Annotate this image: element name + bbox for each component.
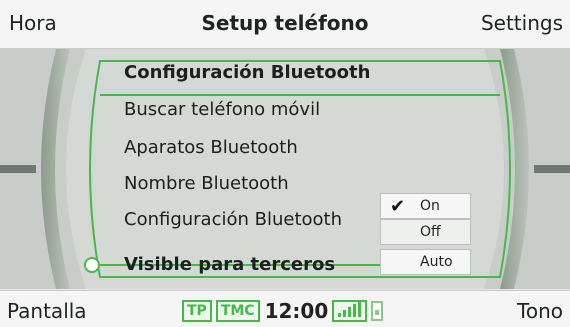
option-off[interactable]: Off bbox=[380, 219, 471, 245]
visibility-dropdown[interactable]: ✔ On Off Auto bbox=[380, 193, 471, 275]
menu-item-bluetooth-settings[interactable]: Configuración Bluetooth bbox=[124, 209, 342, 230]
option-auto[interactable]: Auto bbox=[380, 249, 471, 275]
bottom-left-softkey[interactable]: Pantalla bbox=[7, 299, 87, 323]
option-on[interactable]: ✔ On bbox=[380, 193, 471, 219]
menu-item-search-phone[interactable]: Buscar teléfono móvil bbox=[124, 99, 320, 120]
check-icon: ✔ bbox=[390, 196, 406, 217]
signal-strength-icon bbox=[332, 300, 368, 322]
tmc-badge: TMC bbox=[215, 300, 260, 322]
bottom-right-softkey[interactable]: Tono bbox=[517, 299, 563, 323]
menu-item-bluetooth-name[interactable]: Nombre Bluetooth bbox=[124, 173, 289, 194]
menu-item-visible-to-others[interactable]: Visible para terceros bbox=[124, 254, 335, 275]
menu-frame-graphic bbox=[0, 49, 570, 289]
selection-knob-icon bbox=[84, 257, 100, 273]
status-area: TP TMC 12:00 bbox=[182, 299, 384, 323]
tp-badge: TP bbox=[182, 300, 212, 322]
menu-area: Configuración Bluetooth Buscar teléfono … bbox=[0, 49, 570, 289]
menu-item-bluetooth-config-title[interactable]: Configuración Bluetooth bbox=[124, 62, 370, 83]
clock: 12:00 bbox=[264, 299, 329, 323]
menu-item-bluetooth-devices[interactable]: Aparatos Bluetooth bbox=[124, 137, 298, 158]
sim-card-icon bbox=[371, 301, 384, 321]
footer-bar: Pantalla TP TMC 12:00 Tono bbox=[0, 290, 570, 327]
header-bar: Hora Setup teléfono Settings bbox=[0, 0, 570, 49]
top-right-softkey[interactable]: Settings bbox=[481, 11, 563, 35]
phone-setup-screen: Hora Setup teléfono Settings Configuraci… bbox=[0, 0, 570, 327]
